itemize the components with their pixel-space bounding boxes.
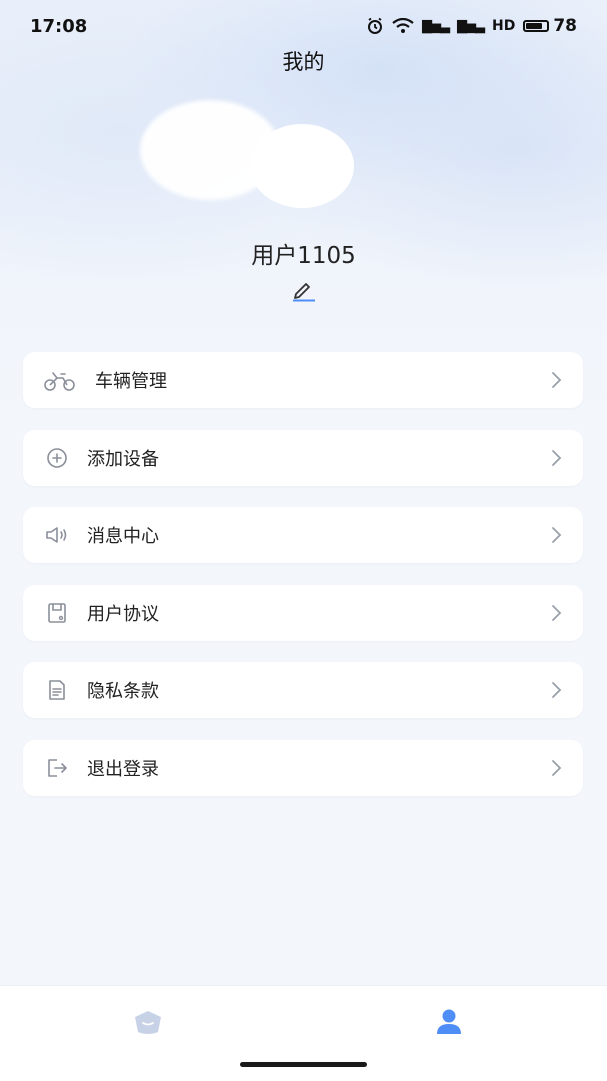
chevron-right-icon	[552, 759, 562, 776]
avatar-shape-2	[250, 124, 354, 208]
user-icon	[437, 1009, 461, 1034]
chevron-right-icon	[552, 682, 562, 698]
scooter-icon	[43, 366, 77, 394]
menu-item-label: 车辆管理	[95, 371, 167, 392]
home-icon	[135, 1011, 161, 1034]
alarm-icon	[367, 17, 382, 34]
hd-badge: HD	[491, 18, 516, 34]
signal-icon: ▇▅▃	[421, 18, 450, 34]
page-title: 我的	[282, 50, 325, 74]
username: 用户1105	[251, 243, 356, 269]
chevron-right-icon	[552, 604, 562, 621]
add-circle-icon	[43, 444, 71, 472]
tab-profile[interactable]	[429, 1004, 469, 1040]
tab-home[interactable]	[128, 1004, 168, 1040]
menu-item-vehicle-management[interactable]: 车辆管理	[23, 352, 583, 408]
menu-item-user-agreement[interactable]: 用户协议	[23, 584, 583, 641]
edit-icon[interactable]	[290, 278, 318, 302]
document-icon	[43, 599, 71, 627]
menu-item-label: 用户协议	[87, 603, 159, 625]
speaker-icon	[43, 521, 71, 549]
status-icons: ▇▅▃ ▇▅▃ HD 78	[366, 16, 577, 36]
menu-item-label: 添加设备	[87, 448, 159, 470]
menu-item-logout[interactable]: 退出登录	[23, 739, 583, 796]
menu-list: 车辆管理 添加设备 消息中心 用户协议 隐私条款 退出登录	[23, 352, 583, 817]
logout-icon	[43, 754, 71, 782]
chevron-right-icon	[552, 527, 562, 543]
menu-item-add-device[interactable]: 添加设备	[23, 429, 583, 486]
menu-item-label: 隐私条款	[87, 681, 159, 702]
menu-item-privacy-policy[interactable]: 隐私条款	[23, 662, 583, 718]
file-text-icon	[43, 676, 71, 704]
home-indicator[interactable]	[240, 1062, 367, 1067]
menu-item-label: 退出登录	[87, 758, 159, 780]
battery-indicator: 78	[523, 16, 577, 36]
avatar[interactable]	[140, 90, 360, 210]
menu-item-label: 消息中心	[87, 526, 159, 547]
chevron-right-icon	[552, 372, 562, 388]
battery-level: 78	[553, 16, 577, 36]
status-time: 17:08	[30, 16, 88, 37]
menu-item-message-center[interactable]: 消息中心	[23, 507, 583, 563]
wifi-icon	[392, 18, 414, 33]
signal-icon-2: ▇▅▃	[456, 18, 485, 34]
chevron-right-icon	[552, 449, 562, 466]
battery-icon	[523, 20, 550, 32]
